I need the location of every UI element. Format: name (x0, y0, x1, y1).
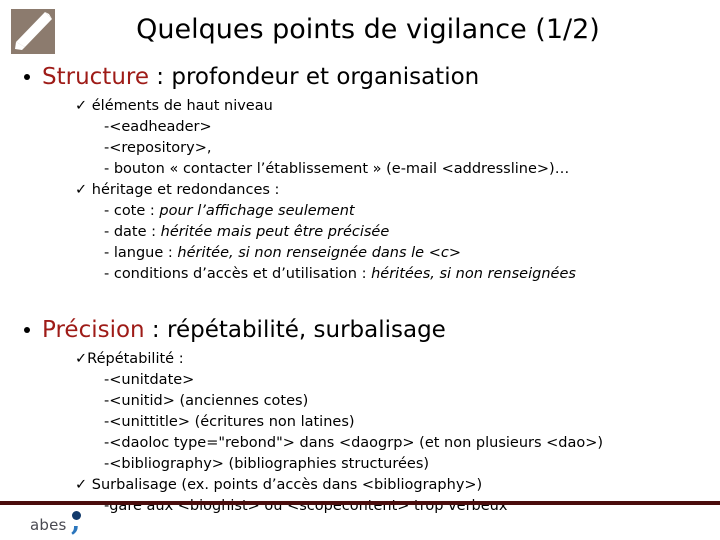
group-label-heritage-redondances: ✓ héritage et redondances : (75, 182, 280, 198)
list-item-emphasis: héritée mais peut être précisée (160, 224, 390, 240)
group-label-surbalisage: ✓ Surbalisage (ex. points d’accès dans <… (75, 477, 483, 493)
section-precision: Précision : répétabilité, surbalisage ✓R… (0, 315, 720, 517)
list-item: -<unittitle> (écritures non latines) (104, 414, 355, 430)
slide-footer: abes , (0, 498, 720, 540)
abes-logo: abes , (30, 506, 81, 537)
list-item-plain: - date : (104, 224, 161, 240)
heading-rest: : répétabilité, surbalisage (144, 317, 446, 343)
list-item: - date : héritée mais peut être précisée (0, 222, 720, 243)
list-item: - langue : héritée, si non renseignée da… (0, 243, 720, 264)
section-structure: Structure : profondeur et organisation ✓… (0, 62, 720, 285)
group-label-elements-haut-niveau: ✓ éléments de haut niveau (75, 98, 273, 114)
slide-body: Structure : profondeur et organisation ✓… (0, 62, 720, 514)
abes-wordmark: abes (30, 516, 67, 534)
bullet-icon (24, 74, 30, 80)
heading-keyword: Précision (42, 317, 145, 343)
list-item-plain: - conditions d’accès et d’utilisation : (104, 266, 372, 282)
list-item-plain: - cote : (104, 203, 160, 219)
list-item-emphasis: pour l’affichage seulement (159, 203, 355, 219)
list-item: -<unitdate> (104, 372, 195, 388)
abes-diagonal-banner-icon (11, 9, 55, 54)
list-item: - cote : pour l’affichage seulement (0, 201, 720, 222)
list-item-emphasis: héritée, si non renseignée dans le <c> (177, 245, 461, 261)
list-item: - conditions d’accès et d’utilisation : … (0, 264, 720, 285)
list-item: -<daoloc type="rebond"> dans <daogrp> (e… (104, 435, 604, 451)
footer-divider (0, 501, 720, 505)
list-item: -<bibliography> (bibliographies structur… (104, 456, 430, 472)
heading-rest: : profondeur et organisation (149, 64, 480, 90)
section-heading-structure: Structure : profondeur et organisation (0, 62, 720, 92)
list-item-plain: - langue : (104, 245, 178, 261)
section-heading-precision: Précision : répétabilité, surbalisage (0, 315, 720, 345)
page-title: Quelques points de vigilance (1/2) (136, 14, 600, 45)
list-item: -<eadheader> (104, 119, 212, 135)
group-label-repetabilite: ✓Répétabilité : (75, 351, 184, 367)
list-item: -<repository>, (104, 140, 212, 156)
heading-keyword: Structure (42, 64, 149, 90)
list-item-emphasis: héritées, si non renseignées (371, 266, 576, 282)
list-item: -<unitid> (anciennes cotes) (104, 393, 309, 409)
slide-header: Quelques points de vigilance (1/2) (0, 0, 720, 62)
bullet-icon (24, 327, 30, 333)
list-item: - bouton « contacter l’établissement » (… (104, 161, 570, 177)
